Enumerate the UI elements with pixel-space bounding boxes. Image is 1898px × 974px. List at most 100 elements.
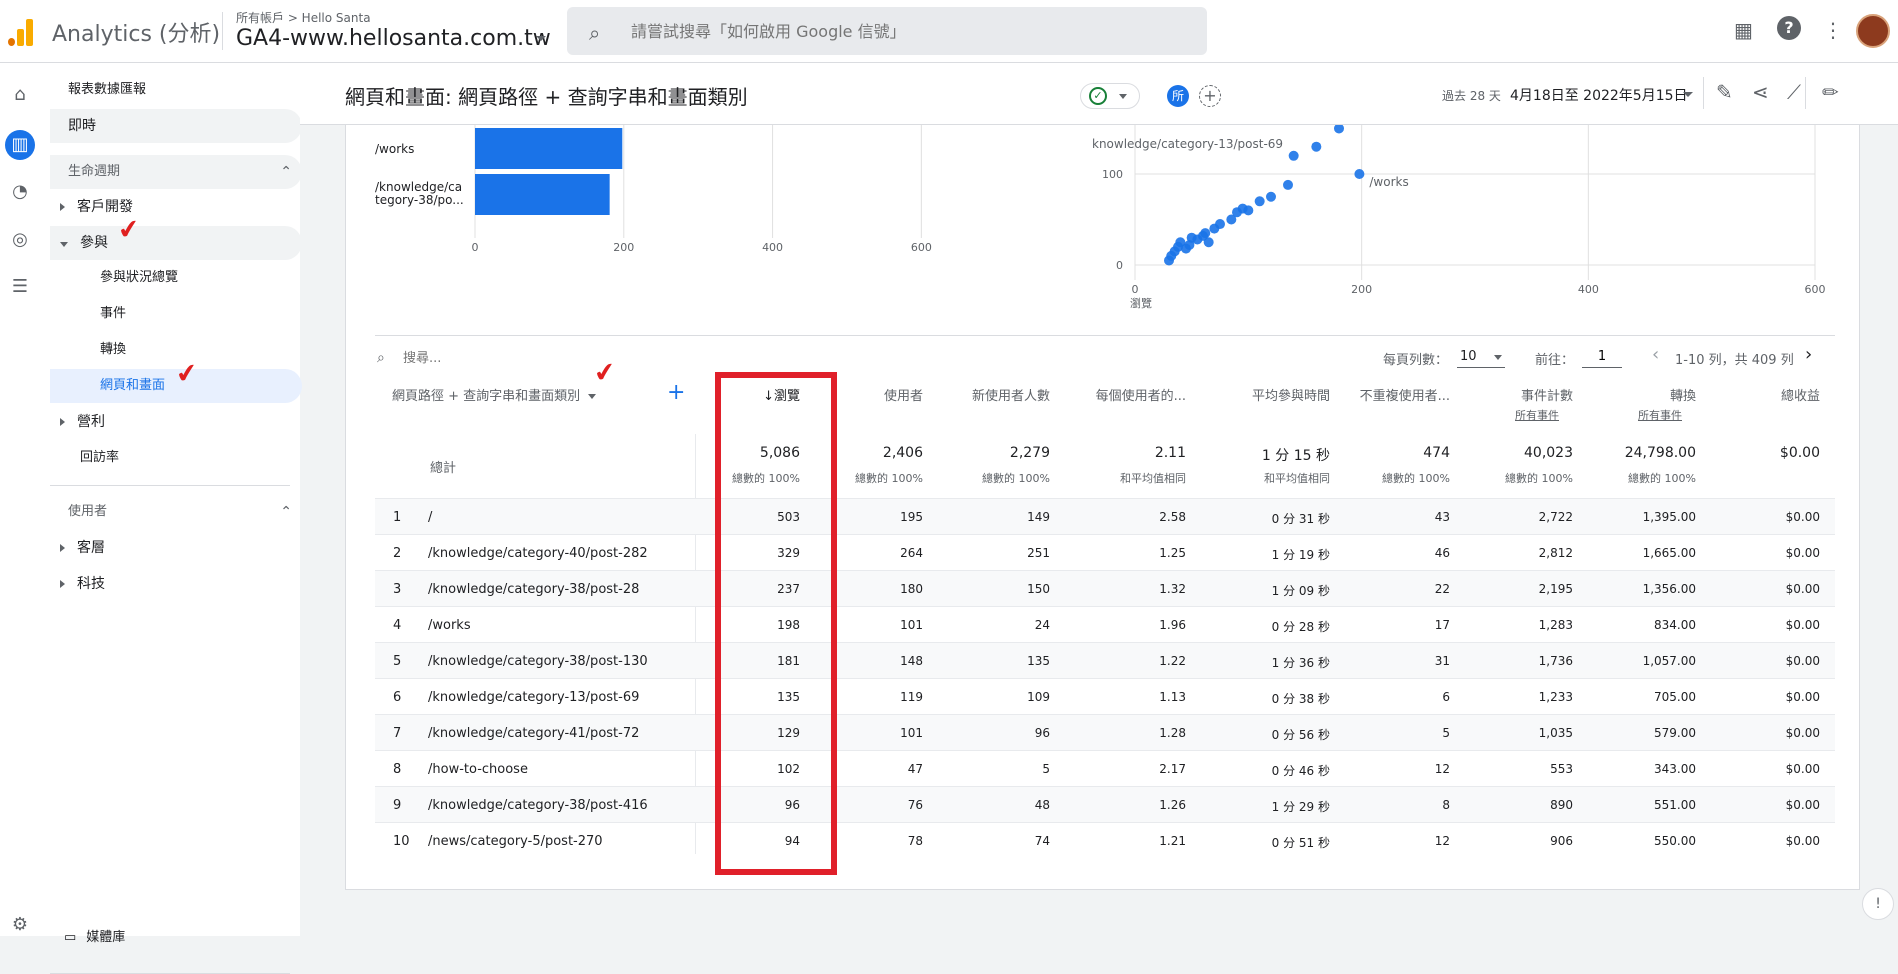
sidebar-item-monetization[interactable]: 營利 bbox=[50, 405, 302, 439]
share-icon[interactable]: ⋖ bbox=[1752, 80, 1769, 104]
row-metric-value: 0 分 46 秒 bbox=[1271, 764, 1330, 778]
configure-icon[interactable]: ☰ bbox=[8, 275, 32, 299]
table-row[interactable]: 2/knowledge/category-40/post-282 329 264 25… bbox=[375, 534, 1835, 570]
column-header[interactable]: 新使用者人數 bbox=[972, 385, 1050, 404]
prev-page-icon[interactable]: ‹ bbox=[1652, 344, 1659, 365]
column-total: 40,023 bbox=[1524, 445, 1573, 461]
add-dimension-icon[interactable]: + bbox=[667, 380, 685, 405]
report-status-pill[interactable]: ✓ bbox=[1080, 83, 1140, 109]
sidebar-item-events[interactable]: 事件 bbox=[100, 297, 126, 331]
chevron-up-icon[interactable]: ⌃ bbox=[280, 155, 292, 189]
column-header[interactable]: 每個使用者的... bbox=[1096, 385, 1186, 404]
column-header[interactable]: 事件計數 bbox=[1521, 385, 1573, 404]
column-filter-link[interactable]: 所有事件 bbox=[1638, 407, 1682, 423]
column-total-subtext: 總數的 100% bbox=[982, 472, 1050, 485]
table-row[interactable]: 5/knowledge/category-38/post-130 181 148 13… bbox=[375, 642, 1835, 678]
column-header[interactable]: 平均參與時間 bbox=[1252, 385, 1330, 404]
row-metric-value: 148 bbox=[900, 654, 923, 668]
row-metric-value: 149 bbox=[1027, 510, 1050, 524]
dimension-header[interactable]: 網頁路徑 + 查詢字串和畫面類別 bbox=[392, 385, 597, 404]
more-vert-icon[interactable]: ⋮ bbox=[1823, 18, 1843, 42]
left-rail: ⌂ ▥ ◔ ◎ ☰ ⚙ bbox=[0, 63, 40, 936]
table-row[interactable]: 4/works 198 101 24 1.96 0 分 28 秒 17 1,283 834.00… bbox=[375, 606, 1835, 642]
property-selector[interactable]: GA4-www.hellosanta.com.tw bbox=[236, 26, 551, 51]
row-page-path[interactable]: /how-to-choose bbox=[428, 762, 528, 777]
chevron-up-icon[interactable]: ⌃ bbox=[280, 495, 292, 529]
date-range-selector[interactable]: 4月18日至 2022年5月15日 bbox=[1510, 85, 1688, 105]
analytics-logo-icon[interactable] bbox=[6, 18, 36, 46]
sidebar-section-user[interactable]: 使用者 ⌃ bbox=[50, 495, 302, 529]
row-metric-value: 1.25 bbox=[1159, 546, 1186, 560]
row-page-path[interactable]: /knowledge/category-38/post-130 bbox=[428, 654, 648, 669]
sidebar-item-demographics[interactable]: 客層 bbox=[50, 531, 302, 565]
table-row[interactable]: 10/news/category-5/post-270 94 78 74 1.21 0 分… bbox=[375, 822, 1835, 858]
column-header[interactable]: 轉換 bbox=[1670, 385, 1696, 404]
reports-icon[interactable]: ▥ bbox=[5, 130, 35, 160]
row-metric-value: $0.00 bbox=[1785, 546, 1820, 560]
table-row[interactable]: 9/knowledge/category-38/post-416 96 76 48 1.… bbox=[375, 786, 1835, 822]
account-breadcrumb[interactable]: 所有帳戶 > Hello Santa bbox=[236, 9, 371, 26]
scatter-point bbox=[1288, 150, 1299, 161]
sidebar-item-acquisition[interactable]: 客戶開發 bbox=[50, 190, 302, 224]
sidebar-item-realtime[interactable]: 即時 bbox=[50, 109, 302, 143]
help-icon[interactable]: ? bbox=[1777, 16, 1801, 40]
row-metric-value: $0.00 bbox=[1785, 798, 1820, 812]
search-box[interactable]: ⌕ bbox=[567, 7, 1207, 55]
column-header[interactable]: ↓瀏覽 bbox=[763, 385, 800, 404]
avatar[interactable] bbox=[1856, 14, 1890, 48]
column-header[interactable]: 使用者 bbox=[884, 385, 923, 404]
search-input[interactable] bbox=[629, 17, 1189, 45]
home-icon[interactable]: ⌂ bbox=[8, 83, 32, 107]
rows-per-page-select[interactable]: 10 bbox=[1457, 346, 1505, 368]
row-page-path[interactable]: /knowledge/category-13/post-69 bbox=[428, 690, 639, 705]
sidebar-item-conversions[interactable]: 轉換 bbox=[100, 333, 126, 367]
bar-category-label: tegory-38/po... bbox=[375, 193, 464, 207]
column-header[interactable]: 總收益 bbox=[1781, 385, 1820, 404]
table-row[interactable]: 8/how-to-choose 102 47 5 2.17 0 分 46 秒 12 553 34… bbox=[375, 750, 1835, 786]
row-page-path[interactable]: /knowledge/category-38/post-28 bbox=[428, 582, 639, 597]
table-row[interactable]: 3/knowledge/category-38/post-28 237 180 150… bbox=[375, 570, 1835, 606]
table-row[interactable]: 6/knowledge/category-13/post-69 135 119 109… bbox=[375, 678, 1835, 714]
sidebar-section-lifecycle[interactable]: 生命週期 ⌃ bbox=[50, 155, 302, 189]
table-search-input[interactable] bbox=[401, 347, 621, 369]
row-page-path[interactable]: /knowledge/category-40/post-282 bbox=[428, 546, 648, 561]
sidebar-item-tech[interactable]: 科技 bbox=[50, 567, 302, 601]
table-row[interactable]: 7/knowledge/category-41/post-72 129 101 96 1… bbox=[375, 714, 1835, 750]
next-page-icon[interactable]: › bbox=[1805, 344, 1812, 365]
settings-gear-icon[interactable]: ⚙ bbox=[8, 913, 32, 937]
sidebar-item-reports-snapshot[interactable]: 報表數據匯報 bbox=[68, 73, 146, 107]
sidebar-item-retention[interactable]: 回訪率 bbox=[80, 441, 119, 475]
table-row[interactable]: 1 / 503 195 149 2.58 0 分 31 秒 43 2,722 1,395.00 $0… bbox=[375, 498, 1835, 534]
goto-page-input[interactable] bbox=[1582, 346, 1622, 368]
column-total-subtext: 總數的 100% bbox=[1382, 472, 1450, 485]
column-filter-link[interactable]: 所有事件 bbox=[1515, 407, 1559, 423]
column-header[interactable]: 不重複使用者... bbox=[1360, 385, 1450, 404]
apps-grid-icon[interactable]: ▦ bbox=[1734, 18, 1753, 42]
row-page-path[interactable]: /knowledge/category-38/post-416 bbox=[428, 798, 648, 813]
sidebar-item-library[interactable]: ▭ 媒體庫 bbox=[64, 921, 125, 955]
sidebar-item-label: 媒體庫 bbox=[86, 930, 126, 945]
row-metric-value: 1,665.00 bbox=[1642, 546, 1696, 560]
row-page-path[interactable]: /knowledge/category-41/post-72 bbox=[428, 726, 639, 741]
insights-icon[interactable]: ⟋ bbox=[1787, 80, 1801, 104]
row-metric-value: 22 bbox=[1434, 582, 1450, 596]
row-metric-value: 6 bbox=[1442, 690, 1450, 704]
goto-label: 前往： bbox=[1535, 353, 1575, 368]
feedback-icon[interactable]: ! bbox=[1862, 888, 1894, 920]
sidebar-item-engagement[interactable]: 參與 bbox=[50, 226, 302, 260]
advertising-icon[interactable]: ◎ bbox=[8, 228, 32, 252]
explore-icon[interactable]: ◔ bbox=[8, 180, 32, 204]
sidebar-item-engagement-overview[interactable]: 參與狀況總覽 bbox=[100, 261, 178, 295]
chevron-down-icon bbox=[1119, 94, 1127, 99]
comparison-chip[interactable]: 所 bbox=[1167, 85, 1189, 107]
row-page-path[interactable]: /news/category-5/post-270 bbox=[428, 834, 603, 849]
edit-pencil-icon[interactable]: ✏ bbox=[1822, 80, 1839, 104]
row-page-path[interactable]: /works bbox=[428, 618, 471, 633]
row-metric-value: $0.00 bbox=[1785, 582, 1820, 596]
customize-report-icon[interactable]: ✎ bbox=[1716, 80, 1733, 104]
row-page-path[interactable]: / bbox=[428, 510, 432, 525]
chevron-down-icon[interactable] bbox=[536, 36, 546, 41]
add-comparison-icon[interactable]: + bbox=[1199, 85, 1221, 107]
chevron-down-icon[interactable] bbox=[1683, 92, 1693, 97]
row-metric-value: 1,283 bbox=[1538, 618, 1573, 632]
